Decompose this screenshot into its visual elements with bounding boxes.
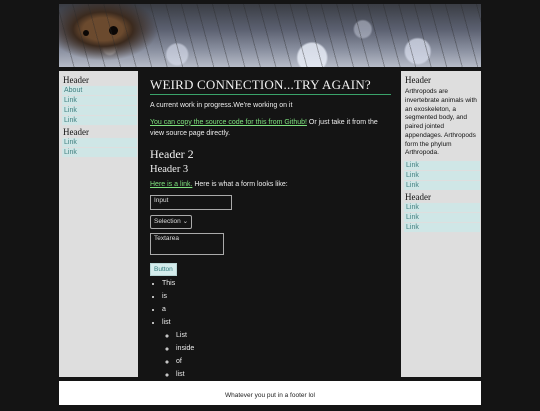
sidebar-link[interactable]: Link bbox=[62, 116, 137, 125]
sidebar-link-about[interactable]: About bbox=[62, 86, 137, 95]
header-3: Header 3 bbox=[150, 163, 189, 175]
nested-list-item: List bbox=[176, 332, 397, 339]
sidebar-link[interactable]: Link bbox=[62, 106, 137, 115]
form-button[interactable]: Button bbox=[150, 263, 177, 277]
left-sidebar: Header About Link Link Link Header Link … bbox=[59, 71, 138, 377]
nested-list-item: of bbox=[176, 358, 397, 365]
sidebar-link[interactable]: Link bbox=[62, 138, 137, 147]
intro-text: A current work in progress.We're working… bbox=[150, 102, 293, 109]
form-intro-text: Here is what a form looks like: bbox=[192, 180, 288, 188]
arthropod-paragraph: Arthropods are invertebrate animals with… bbox=[405, 88, 477, 157]
header-2: Header 2 bbox=[150, 146, 194, 161]
selection-value: Selection bbox=[154, 218, 181, 226]
sidebar-link[interactable]: Link bbox=[404, 213, 480, 223]
github-link[interactable]: You can copy the source code for this fr… bbox=[150, 119, 307, 126]
sidebar-link[interactable]: Link bbox=[404, 203, 480, 213]
example-link[interactable]: Here is a link. bbox=[150, 181, 192, 188]
nested-list-item: list bbox=[176, 371, 397, 378]
main-content: WEIRD CONNECTION...TRY AGAIN? A current … bbox=[142, 71, 397, 378]
list-item: list List inside of list bbox=[162, 319, 397, 378]
list-item: This bbox=[162, 280, 397, 287]
right-sidebar-header: Header bbox=[405, 75, 431, 85]
sidebar-link[interactable]: Link bbox=[404, 223, 480, 233]
left-sidebar-header-2: Header bbox=[63, 127, 89, 137]
sidebar-link[interactable]: Link bbox=[404, 171, 480, 181]
header-banner-image bbox=[59, 4, 481, 67]
sidebar-link[interactable]: Link bbox=[62, 148, 137, 157]
page-footer: Whatever you put in a footer lol bbox=[59, 381, 481, 405]
nested-list: List inside of list bbox=[162, 332, 397, 378]
list-item: a bbox=[162, 306, 397, 313]
sidebar-link[interactable]: Link bbox=[404, 161, 480, 171]
selection-dropdown[interactable]: Selection ⌄ bbox=[150, 215, 193, 230]
text-input[interactable]: Input bbox=[150, 195, 232, 211]
left-sidebar-header: Header bbox=[63, 75, 89, 85]
sidebar-link[interactable]: Link bbox=[404, 181, 480, 191]
footer-text: Whatever you put in a footer lol bbox=[225, 392, 315, 399]
page-title: WEIRD CONNECTION...TRY AGAIN? bbox=[150, 77, 391, 95]
list-item: is bbox=[162, 293, 397, 300]
textarea-field[interactable]: Textarea bbox=[150, 233, 224, 256]
nested-list-item: inside bbox=[176, 345, 397, 352]
right-sidebar-header-2: Header bbox=[405, 192, 431, 203]
example-list: This is a list List inside of list bbox=[142, 280, 397, 378]
right-sidebar: Header Arthropods are invertebrate anima… bbox=[401, 71, 481, 377]
sidebar-link[interactable]: Link bbox=[62, 96, 137, 105]
form-intro: Here is a link. Here is what a form look… bbox=[150, 180, 389, 191]
source-paragraph: You can copy the source code for this fr… bbox=[150, 118, 389, 140]
chevron-down-icon: ⌄ bbox=[182, 218, 189, 226]
